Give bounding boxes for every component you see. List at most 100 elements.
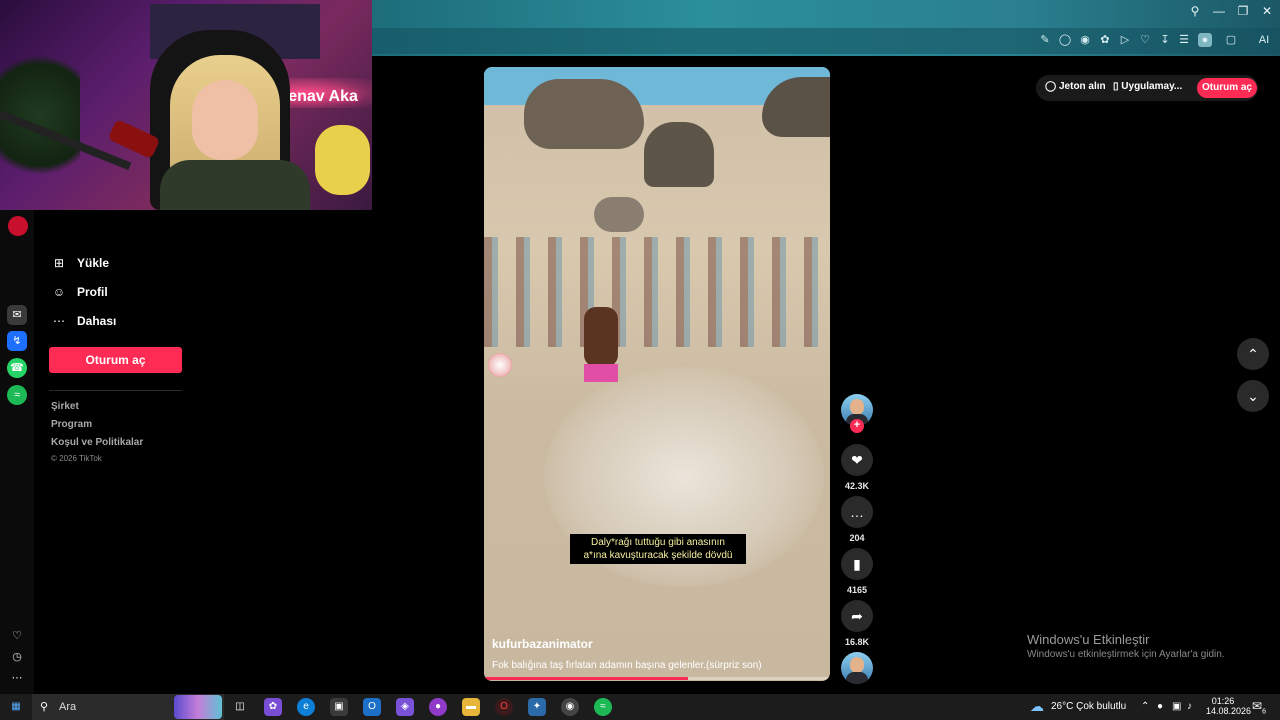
volume-icon[interactable]: ♪ xyxy=(1187,701,1192,712)
taskbar-search[interactable]: ⚲ Ara xyxy=(32,694,224,720)
file-explorer-icon[interactable]: ▬ xyxy=(462,698,480,716)
sidebar-item-more[interactable]: ⋯ Dahası xyxy=(51,314,116,334)
footer-link-company[interactable]: Şirket xyxy=(51,401,79,412)
crowd xyxy=(484,237,830,347)
top-actions-bar: ◯ Jeton alın ▯ Uygulamay... Oturum aç xyxy=(1036,75,1258,101)
video-player[interactable]: Daly*rağı tuttuğu gibi anasının a*ına ka… xyxy=(484,67,830,681)
app-icon[interactable]: ◉ xyxy=(561,698,579,716)
tray-chevron-icon[interactable]: ⌃ xyxy=(1141,701,1149,712)
clock[interactable]: 01:26 14.08.2026 xyxy=(1206,696,1252,716)
streamer-shirt xyxy=(160,160,310,210)
comment-count: 204 xyxy=(849,533,865,543)
profile-icon[interactable]: ● xyxy=(1198,33,1212,47)
camera-icon[interactable]: ◯ xyxy=(1058,33,1072,47)
m365-icon[interactable]: ◈ xyxy=(396,698,414,716)
sound-avatar[interactable] xyxy=(841,652,873,684)
clock-time: 01:26 xyxy=(1211,696,1235,706)
restore-icon[interactable]: ❐ xyxy=(1235,4,1251,20)
app-link[interactable]: ▯ Uygulamay... xyxy=(1113,81,1182,92)
coins-link[interactable]: ◯ Jeton alın xyxy=(1045,81,1106,92)
heart-icon[interactable]: ♡ xyxy=(7,626,27,646)
save-button[interactable]: ▮ xyxy=(841,548,873,580)
heart-icon[interactable]: ♡ xyxy=(1138,33,1152,47)
next-video-button[interactable]: ⌄ xyxy=(1237,380,1269,412)
webcam-overlay: renav Aka xyxy=(0,0,372,210)
sidebar-item-label: Yükle xyxy=(77,256,110,270)
box-icon[interactable]: ▢ xyxy=(1224,33,1238,47)
previous-video-button[interactable]: ⌃ xyxy=(1237,338,1269,370)
comment-button[interactable]: … xyxy=(841,496,873,528)
play-icon[interactable]: ▷ xyxy=(1118,33,1132,47)
chevron-up-icon: ⌃ xyxy=(1247,346,1259,362)
heart-icon: ❤ xyxy=(851,452,863,468)
rock xyxy=(524,79,644,149)
edit-icon[interactable]: ✎ xyxy=(1038,33,1052,47)
weather-text[interactable]: 26°C Çok bulutlu xyxy=(1051,701,1126,712)
share-count: 16.8K xyxy=(844,637,870,647)
spotify-icon[interactable]: ≈ xyxy=(7,385,27,405)
progress-fill xyxy=(484,677,689,680)
more-icon[interactable]: ⋯ xyxy=(7,668,27,688)
sidebar-item-profile[interactable]: ☺ Profil xyxy=(51,285,108,305)
outlook-icon[interactable]: O xyxy=(363,698,381,716)
share-arrow-icon: ➦ xyxy=(851,608,863,624)
divider xyxy=(49,390,182,391)
sidebar-item-label: Dahası xyxy=(77,314,117,328)
opera-logo-icon[interactable] xyxy=(8,216,28,236)
app-icon[interactable]: ● xyxy=(429,698,447,716)
sidebar-item-label: Profil xyxy=(77,285,108,299)
task-view-icon[interactable]: ◫ xyxy=(231,698,249,716)
spotify-icon[interactable]: ≈ xyxy=(594,698,612,716)
follow-plus-icon[interactable]: + xyxy=(850,419,864,433)
weather-icon[interactable]: ☁ xyxy=(1030,698,1044,715)
notification-icon[interactable]: ✉6 xyxy=(1252,699,1266,715)
plus-square-icon: ⊞ xyxy=(53,256,65,270)
footer-link-program[interactable]: Program xyxy=(51,419,92,430)
subtitle-line: Daly*rağı tuttuğu gibi anasının xyxy=(591,537,725,548)
beach-ball xyxy=(488,353,512,377)
microphone-icon[interactable]: ● xyxy=(1157,701,1163,712)
rock xyxy=(644,122,714,187)
more-icon: ⋯ xyxy=(53,314,65,328)
share-button[interactable]: ➦ xyxy=(841,600,873,632)
history-icon[interactable]: ◷ xyxy=(7,647,27,667)
close-icon[interactable]: ✕ xyxy=(1259,4,1275,20)
windows-start-icon[interactable]: ▦ xyxy=(7,698,25,716)
login-button[interactable]: Oturum aç xyxy=(49,347,182,373)
chevron-down-icon: ⌄ xyxy=(1247,388,1259,404)
copyright: © 2026 TikTok xyxy=(51,454,102,463)
clock-date: 14.08.2026 xyxy=(1206,706,1252,716)
like-button[interactable]: ❤ xyxy=(841,444,873,476)
search-icon[interactable]: ⚲ xyxy=(1187,4,1203,20)
video-subtitle: Daly*rağı tuttuğu gibi anasının a*ına ka… xyxy=(570,534,746,564)
copilot-icon[interactable]: ✿ xyxy=(264,698,282,716)
comment-icon: … xyxy=(850,504,864,520)
ai-icon[interactable]: AI xyxy=(1254,33,1274,47)
gmail-icon[interactable]: ✉ xyxy=(7,305,27,325)
bookmark-icon: ▮ xyxy=(853,556,861,572)
store-icon[interactable]: ▣ xyxy=(330,698,348,716)
search-highlight-icon xyxy=(174,695,222,719)
sidebar-item-upload[interactable]: ⊞ Yükle xyxy=(51,256,109,276)
menu-icon[interactable]: ☰ xyxy=(1177,33,1191,47)
download-icon[interactable]: ↧ xyxy=(1158,33,1172,47)
shield-icon[interactable]: ◉ xyxy=(1078,33,1092,47)
notification-count: 6 xyxy=(1262,708,1266,716)
video-caption: Fok balığına taş fırlatan adamın başına … xyxy=(492,660,762,671)
network-icon[interactable]: ▣ xyxy=(1172,701,1181,712)
top-login-button[interactable]: Oturum aç xyxy=(1197,78,1257,98)
app-icon[interactable]: ✦ xyxy=(528,698,546,716)
messenger-icon[interactable]: ↯ xyxy=(7,331,27,351)
extension-icon[interactable]: ✿ xyxy=(1098,33,1112,47)
person-icon: ☺ xyxy=(52,285,66,299)
character xyxy=(584,307,618,367)
opera-icon[interactable]: O xyxy=(495,698,513,716)
footer-link-terms[interactable]: Koşul ve Politikalar xyxy=(51,437,143,448)
minimize-icon[interactable]: — xyxy=(1211,4,1227,20)
edge-icon[interactable]: e xyxy=(297,698,315,716)
coins-label: Jeton alın xyxy=(1058,81,1106,92)
creator-name[interactable]: kufurbazanimator xyxy=(492,637,593,651)
whatsapp-icon[interactable]: ☎ xyxy=(7,358,27,378)
taskbar: ▦ ⚲ Ara ◫ ✿ e ▣ O ◈ ● ▬ O ✦ ◉ ≈ ☁ 26°C Ç… xyxy=(0,694,1280,720)
progress-bar[interactable] xyxy=(484,677,830,680)
